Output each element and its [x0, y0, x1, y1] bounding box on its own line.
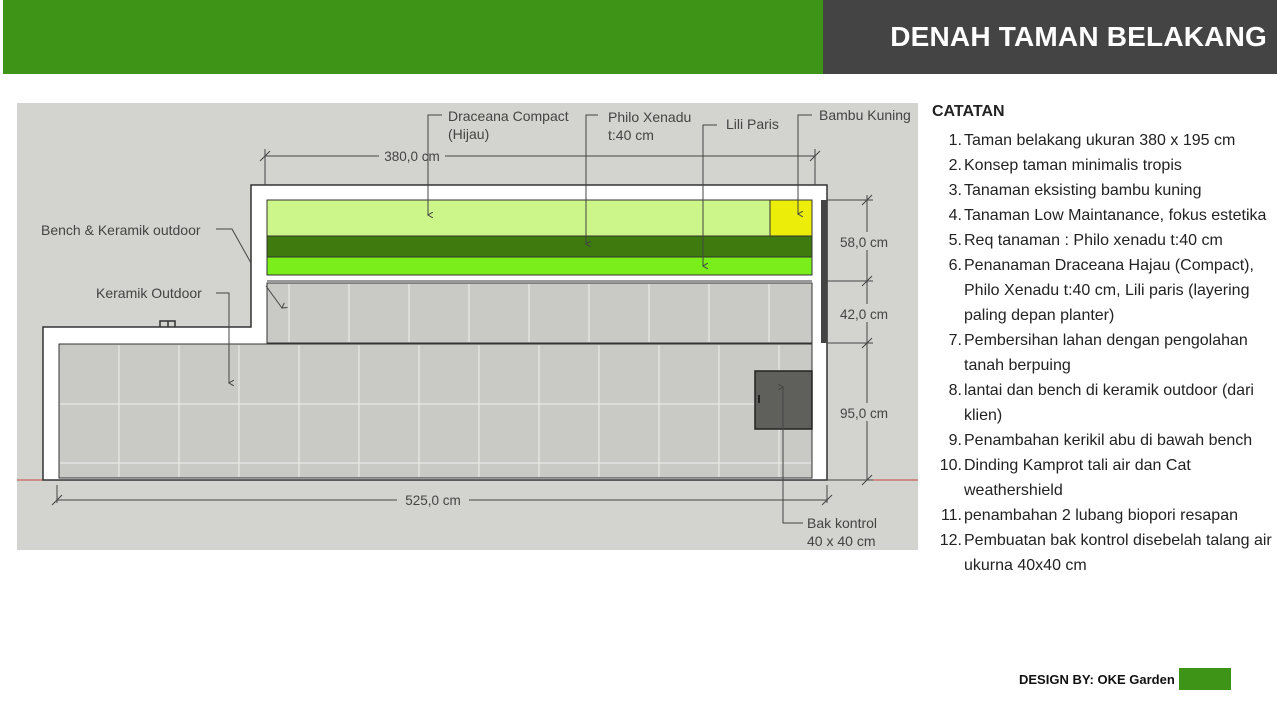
floor-tiles [58, 343, 813, 479]
list-item: 5. Req tanaman : Philo xenadu t:40 cm [932, 228, 1277, 253]
list-item: 2. Konsep taman minimalis tropis [932, 153, 1277, 178]
label-bak-kontrol: Bak kontrol [807, 515, 877, 531]
list-number: 2. [948, 157, 962, 174]
list-text: Tanaman Low Maintanance, fokus estetika [964, 207, 1267, 224]
list-number: 7. [948, 332, 962, 349]
header-accent-bar [3, 0, 823, 74]
list-number: 5. [948, 232, 962, 249]
philo-strip [266, 235, 813, 258]
footer-credit: DESIGN BY: OKE Garden [1019, 668, 1231, 690]
label-draceana-color: (Hijau) [448, 126, 489, 142]
list-text: Tanaman eksisting bambu kuning [964, 182, 1202, 199]
list-number: 9. [948, 432, 962, 449]
list-item: 10. Dinding Kamprot tali air dan Cat weat… [932, 453, 1277, 503]
list-number: 11. [940, 507, 962, 524]
label-philo-height: t:40 cm [608, 127, 654, 143]
label-draceana: Draceana Compact [448, 108, 569, 124]
dim-bench-height: 42,0 cm [840, 307, 888, 322]
label-bambu: Bambu Kuning [819, 107, 911, 123]
list-text: Pembersihan lahan dengan pengolahan tana… [964, 332, 1248, 374]
wall-right-dark [821, 200, 827, 343]
dim-top-width: 380,0 cm [384, 149, 440, 164]
label-philo: Philo Xenadu [608, 109, 691, 125]
list-item: 11. penambahan 2 lubang biopori resapan [932, 503, 1277, 528]
list-text: Req tanaman : Philo xenadu t:40 cm [964, 232, 1223, 249]
list-number: 10. [939, 457, 962, 474]
label-lili: Lili Paris [726, 116, 779, 132]
bambu-kuning-block [769, 199, 813, 237]
list-number: 3. [948, 182, 962, 199]
list-item: 3. Tanaman eksisting bambu kuning [932, 178, 1277, 203]
list-number: 6. [948, 257, 962, 274]
bak-handle [758, 395, 760, 403]
header-title-bar: DENAH TAMAN BELAKANG [823, 0, 1277, 74]
list-text: Pembuatan bak kontrol disebelah talang a… [964, 532, 1272, 574]
list-number: 12. [939, 532, 962, 549]
list-item: 6. Penanaman Draceana Hajau (Compact), Ph… [932, 253, 1277, 328]
list-text: Penambahan kerikil abu di bawah bench [964, 432, 1253, 449]
draceana-strip [266, 199, 813, 237]
notes-list: 1. Taman belakang ukuran 380 x 195 cm 2. K… [932, 128, 1277, 578]
list-item: 4. Tanaman Low Maintanance, fokus estetik… [932, 203, 1277, 228]
list-text: Konsep taman minimalis tropis [964, 157, 1182, 174]
list-item: 8. lantai dan bench di keramik outdoor (d… [932, 378, 1277, 428]
page-title: DENAH TAMAN BELAKANG [890, 21, 1267, 52]
list-text: Taman belakang ukuran 380 x 195 cm [964, 132, 1236, 149]
label-bench: Bench & Keramik outdoor [41, 222, 201, 238]
label-keramik: Keramik Outdoor [96, 285, 202, 301]
garden-plan-drawing: 380,0 cm 525,0 cm 58,0 cm 42,0 cm 95,0 c… [17, 103, 918, 550]
list-item: 9. Penambahan kerikil abu di bawah bench [932, 428, 1277, 453]
dim-bottom-width: 525,0 cm [405, 493, 461, 508]
list-number: 8. [948, 382, 962, 399]
footer-label: DESIGN BY: OKE Garden [1019, 671, 1175, 687]
garden-plan: 380,0 cm 525,0 cm 58,0 cm 42,0 cm 95,0 c… [17, 103, 918, 550]
dim-planter-height: 58,0 cm [840, 235, 888, 250]
list-item: 1. Taman belakang ukuran 380 x 195 cm [932, 128, 1277, 153]
list-text: penambahan 2 lubang biopori resapan [964, 507, 1238, 524]
notes-title: CATATAN [932, 103, 1005, 120]
label-bak-size: 40 x 40 cm [807, 533, 875, 549]
dim-floor-height: 95,0 cm [840, 406, 888, 421]
list-text: lantai dan bench di keramik outdoor (dar… [964, 382, 1254, 424]
list-text: Dinding Kamprot tali air dan Cat weather… [964, 457, 1191, 499]
list-number: 1. [948, 132, 962, 149]
list-item: 12. Pembuatan bak kontrol disebelah talan… [932, 528, 1277, 578]
list-text: Penanaman Draceana Hajau (Compact), Phil… [964, 257, 1254, 324]
bench-tiles [266, 282, 813, 344]
notes-panel: CATATAN 1. Taman belakang ukuran 380 x 19… [932, 101, 1277, 578]
footer-swatch [1178, 668, 1231, 690]
list-number: 4. [948, 207, 962, 224]
list-item: 7. Pembersihan lahan dengan pengolahan ta… [932, 328, 1277, 378]
lili-strip [266, 256, 813, 276]
